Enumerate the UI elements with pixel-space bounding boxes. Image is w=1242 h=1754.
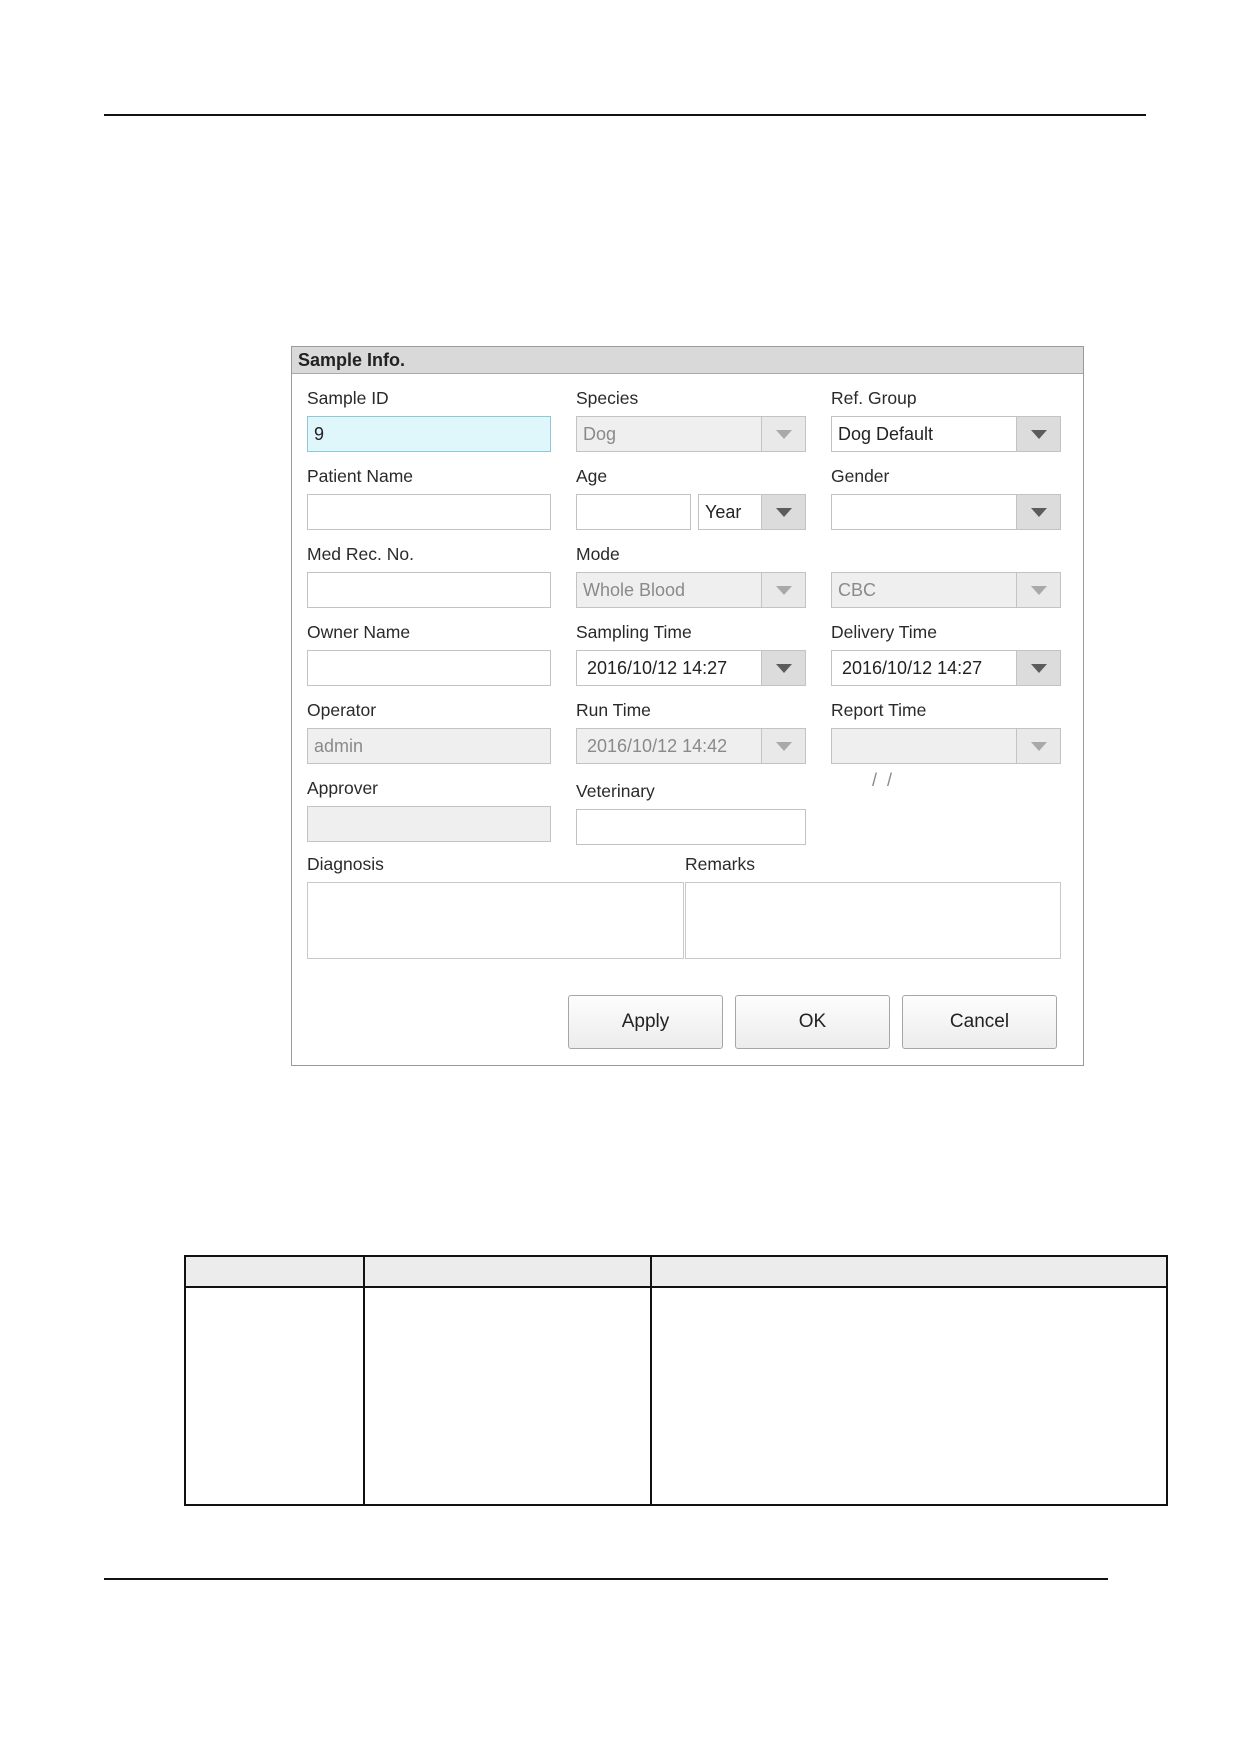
ref-group-select[interactable]: Dog Default [831, 416, 1061, 452]
run-time-label: Run Time [576, 700, 651, 720]
mode-select[interactable]: Whole Blood [576, 572, 806, 608]
cancel-button[interactable]: Cancel [902, 995, 1057, 1049]
description-table [184, 1255, 1168, 1506]
chevron-down-icon[interactable] [761, 573, 805, 607]
sample-id-label: Sample ID [307, 388, 389, 408]
chevron-down-icon [1016, 729, 1060, 763]
ref-group-label: Ref. Group [831, 388, 917, 408]
chevron-down-icon [761, 729, 805, 763]
age-label: Age [576, 466, 608, 486]
report-time-value: / / [862, 770, 893, 790]
table-header [186, 1257, 1166, 1288]
chevron-down-icon[interactable] [761, 495, 805, 529]
chevron-down-icon[interactable] [1016, 651, 1060, 685]
run-time-picker: 2016/10/12 14:42 [576, 728, 806, 764]
footer-rule [104, 1578, 1108, 1580]
med-rec-no-input[interactable] [307, 572, 551, 608]
age-unit-value: Year [705, 502, 742, 522]
column-divider [650, 1257, 652, 1504]
approver-input [307, 806, 551, 842]
med-rec-no-label: Med Rec. No. [307, 544, 414, 564]
mode-label: Mode [576, 544, 620, 564]
operator-input: admin [307, 728, 551, 764]
ok-button[interactable]: OK [735, 995, 890, 1049]
run-time-value: 2016/10/12 14:42 [587, 736, 728, 756]
sample-id-value: 9 [314, 424, 325, 444]
species-value: Dog [583, 424, 617, 444]
delivery-time-label: Delivery Time [831, 622, 937, 642]
veterinary-input[interactable] [576, 809, 806, 845]
mode-value: Whole Blood [583, 580, 686, 600]
patient-name-input[interactable] [307, 494, 551, 530]
chevron-down-icon[interactable] [1016, 417, 1060, 451]
species-select[interactable]: Dog [576, 416, 806, 452]
test-type-select[interactable]: CBC [831, 572, 1061, 608]
patient-name-label: Patient Name [307, 466, 414, 486]
owner-name-input[interactable] [307, 650, 551, 686]
age-unit-select[interactable]: Year [698, 494, 806, 530]
remarks-label: Remarks [685, 854, 756, 874]
diagnosis-textarea[interactable] [307, 882, 684, 959]
gender-label: Gender [831, 466, 890, 486]
species-label: Species [576, 388, 639, 408]
test-type-value: CBC [838, 580, 877, 600]
apply-button[interactable]: Apply [568, 995, 723, 1049]
sampling-time-label: Sampling Time [576, 622, 692, 642]
operator-label: Operator [307, 700, 377, 720]
dialog-title: Sample Info. [292, 347, 1083, 374]
age-input[interactable] [576, 494, 691, 530]
header-rule [104, 114, 1146, 116]
operator-value: admin [314, 736, 364, 756]
sample-id-input[interactable]: 9 [307, 416, 551, 452]
sampling-time-picker[interactable]: 2016/10/12 14:27 [576, 650, 806, 686]
veterinary-label: Veterinary [576, 781, 655, 801]
report-time-picker: / / [831, 728, 1061, 790]
delivery-time-picker[interactable]: 2016/10/12 14:27 [831, 650, 1061, 686]
remarks-textarea[interactable] [685, 882, 1061, 959]
sampling-time-value: 2016/10/12 14:27 [587, 658, 728, 678]
chevron-down-icon[interactable] [1016, 495, 1060, 529]
ref-group-value: Dog Default [838, 424, 934, 444]
column-divider [363, 1257, 365, 1504]
chevron-down-icon[interactable] [761, 417, 805, 451]
owner-name-label: Owner Name [307, 622, 411, 642]
gender-select[interactable] [831, 494, 1061, 530]
chevron-down-icon[interactable] [1016, 573, 1060, 607]
diagnosis-label: Diagnosis [307, 854, 384, 874]
approver-label: Approver [307, 778, 379, 798]
chevron-down-icon[interactable] [761, 651, 805, 685]
report-time-label: Report Time [831, 700, 927, 720]
delivery-time-value: 2016/10/12 14:27 [842, 658, 983, 678]
